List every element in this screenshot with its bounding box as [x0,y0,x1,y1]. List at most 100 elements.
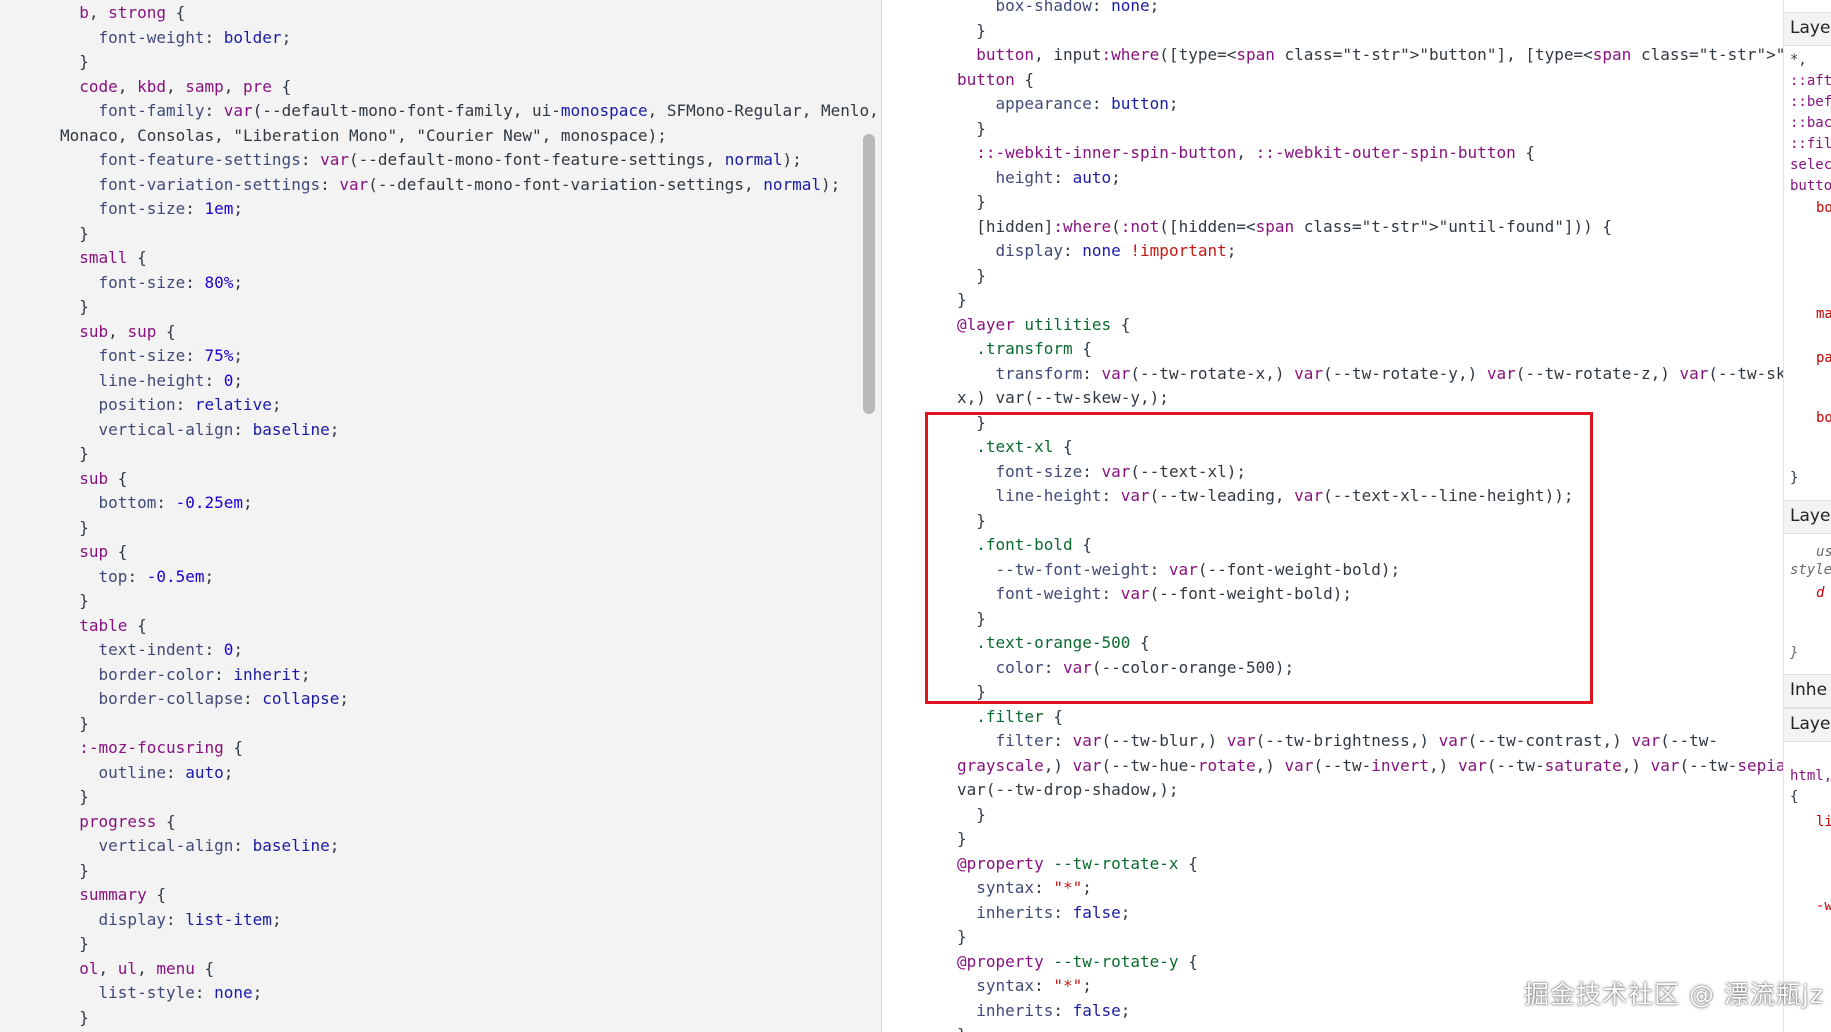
code-line[interactable]: @property --tw-rotate-x { [957,852,1198,877]
code-line[interactable]: ol, ul, menu { [60,957,214,982]
code-line[interactable]: button { [957,68,1034,93]
code-line[interactable]: } [60,442,89,467]
left-scrollbar[interactable] [861,0,877,1032]
code-line[interactable]: border-color: inherit; [60,663,311,688]
code-line[interactable]: font-variation-settings: var(--default-m… [60,173,841,198]
code-line[interactable]: list-style: none; [60,981,263,1006]
code-line[interactable]: filter: var(--tw-blur,) var(--tw-brightn… [957,729,1719,754]
code-line[interactable]: x,) var(--tw-skew-y,); [957,386,1169,411]
rule-property-text[interactable]: ma [1816,306,1831,322]
code-line[interactable]: .filter { [957,705,1063,730]
code-line[interactable]: summary { [60,883,166,908]
left-stylesheet-pane[interactable]: b, strong { font-weight: bolder; } code,… [0,0,882,1032]
inherited-section-header[interactable]: Inhe [1784,674,1831,708]
rule-property-text[interactable]: bo [1816,200,1831,216]
code-line[interactable]: vertical-align: baseline; [60,834,340,859]
code-line[interactable]: sub, sup { [60,320,175,345]
code-line[interactable]: display: none !important; [957,239,1237,264]
code-line[interactable]: Monaco, Consolas, "Liberation Mono", "Co… [60,124,667,149]
code-line[interactable]: sup { [60,540,127,565]
code-line[interactable]: @layer utilities { [957,313,1130,338]
code-line[interactable]: } [957,190,986,215]
code-line[interactable]: ::-webkit-inner-spin-button, ::-webkit-o… [957,141,1535,166]
code-line[interactable]: } [957,117,986,142]
code-line[interactable]: transform: var(--tw-rotate-x,) var(--tw-… [957,362,1783,387]
code-line[interactable]: } [957,264,986,289]
code-line[interactable]: small { [60,246,146,271]
code-line[interactable]: inherits: false; [957,901,1130,926]
code-line[interactable]: } [957,803,986,828]
code-line[interactable]: .text-orange-500 { [957,631,1149,656]
code-line[interactable]: } [957,1023,967,1032]
code-line[interactable]: appearance: button; [957,92,1179,117]
code-line[interactable]: syntax: "*"; [957,876,1092,901]
code-line[interactable]: inherits: false; [957,999,1130,1024]
code-line[interactable]: syntax: "*"; [957,974,1092,999]
code-line[interactable]: [hidden]:where(:not([hidden=<span class=… [957,215,1612,240]
code-line[interactable]: height: auto; [957,166,1121,191]
styles-side-panel[interactable]: Laye *, ::aft ::bef ::bac ::fil selec bu… [1783,0,1831,1032]
rule-property-text[interactable]: -w [1816,898,1831,914]
code-line[interactable]: .text-xl { [957,435,1072,460]
code-line[interactable]: } [957,288,967,313]
code-line[interactable]: } [957,19,986,44]
code-line[interactable]: line-height: 0; [60,369,244,394]
code-line[interactable]: --tw-font-weight: var(--font-weight-bold… [957,558,1401,583]
code-line[interactable]: color: var(--color-orange-500); [957,656,1295,681]
rule-property-text[interactable]: li [1816,814,1831,830]
code-line[interactable]: var(--tw-drop-shadow,); [957,778,1179,803]
code-line[interactable]: } [60,932,89,957]
code-line[interactable]: font-weight: var(--font-weight-bold); [957,582,1352,607]
code-line[interactable]: } [957,827,967,852]
code-line[interactable]: font-size: 1em; [60,197,244,222]
right-stylesheet-pane[interactable]: box-shadow: none; } button, input:where(… [882,0,1783,1032]
code-line[interactable]: b, strong { [60,1,185,26]
code-line[interactable]: } [60,589,89,614]
layer-section-header[interactable]: Laye [1784,12,1831,46]
code-line[interactable]: :-moz-focusring { [60,736,243,761]
code-line[interactable]: font-weight: bolder; [60,26,292,51]
rule-property-text[interactable]: bo [1816,410,1831,426]
code-line[interactable]: button, input:where([type=<span class="t… [957,43,1783,68]
code-line[interactable]: top: -0.5em; [60,565,215,590]
layer-section-header[interactable]: Laye [1784,500,1831,534]
code-line[interactable]: sub { [60,467,127,492]
code-line[interactable]: outline: auto; [60,761,234,786]
code-line[interactable]: border-collapse: collapse; [60,687,349,712]
code-line[interactable]: progress { [60,810,175,835]
left-scrollbar-thumb[interactable] [863,134,875,414]
code-line[interactable]: .font-bold { [957,533,1092,558]
layer-section-header[interactable]: Laye [1784,708,1831,742]
code-line[interactable]: } [60,1006,89,1031]
code-line[interactable]: } [957,411,986,436]
code-line[interactable]: font-size: 80%; [60,271,244,296]
code-line[interactable]: code, kbd, samp, pre { [60,75,291,100]
code-line[interactable]: font-family: var(--default-mono-font-fam… [60,99,879,124]
code-line[interactable]: @property --tw-rotate-y { [957,950,1198,975]
code-line[interactable]: display: list-item; [60,908,282,933]
rule-property-text[interactable]: pa [1816,350,1831,366]
code-line[interactable]: } [60,222,89,247]
code-line[interactable]: } [60,516,89,541]
code-line[interactable]: vertical-align: baseline; [60,418,340,443]
code-line[interactable]: line-height: var(--tw-leading, var(--tex… [957,484,1574,509]
code-line[interactable]: text-indent: 0; [60,638,244,663]
code-line[interactable]: } [60,785,89,810]
code-line[interactable]: font-size: 75%; [60,344,244,369]
code-line[interactable]: } [957,925,967,950]
code-line[interactable]: } [60,859,89,884]
code-line[interactable]: } [60,295,89,320]
code-line[interactable]: font-feature-settings: var(--default-mon… [60,148,802,173]
code-line[interactable]: bottom: -0.25em; [60,491,253,516]
code-line[interactable]: table { [60,614,146,639]
code-line[interactable]: font-size: var(--text-xl); [957,460,1246,485]
code-line[interactable]: } [957,680,986,705]
code-line[interactable]: box-shadow: none; [957,0,1160,19]
code-line[interactable]: } [60,50,89,75]
code-line[interactable]: } [957,509,986,534]
code-line[interactable]: position: relative; [60,393,282,418]
code-line[interactable]: grayscale,) var(--tw-hue-rotate,) var(--… [957,754,1783,779]
code-line[interactable]: .transform { [957,337,1092,362]
code-line[interactable]: } [957,607,986,632]
code-line[interactable]: } [60,712,89,737]
